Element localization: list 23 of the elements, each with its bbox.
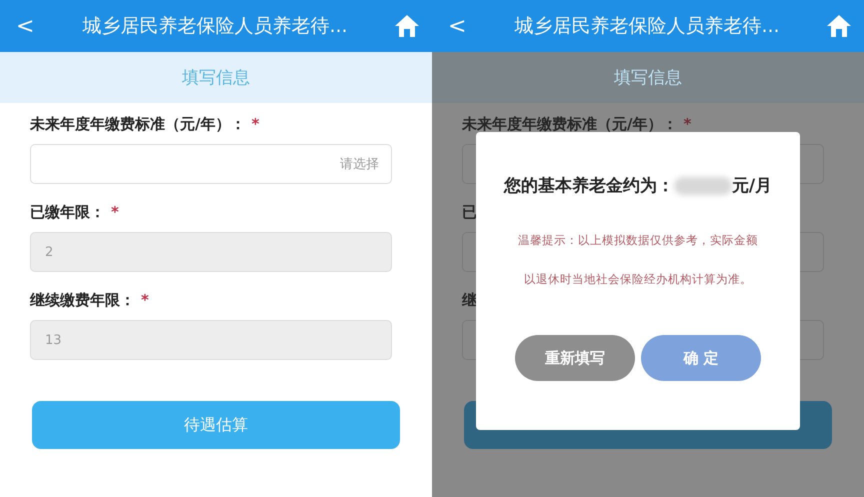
hint-text: 以退休时当地社会保险经办机构计算为准。	[524, 271, 752, 288]
field-label: 未来年度年缴费标准（元/年）： *	[462, 115, 692, 134]
hint-text: 温馨提示：以上模拟数据仅供参考，实际金额	[518, 232, 758, 249]
back-button[interactable]: <	[448, 14, 468, 38]
field-label: 继续缴费年限： *	[30, 291, 150, 310]
home-icon[interactable]	[826, 14, 852, 38]
page-title: 城乡居民养老保险人员养老待...	[513, 14, 781, 39]
dialog-title: 您的基本养老金约为：	[504, 175, 674, 197]
refill-button[interactable]: 重新填写	[515, 335, 635, 381]
home-icon[interactable]	[394, 14, 420, 38]
field-label: 未来年度年缴费标准（元/年）： *	[30, 115, 260, 134]
page-title: 城乡居民养老保险人员养老待...	[81, 14, 349, 39]
input-field[interactable]: 请选择	[30, 144, 392, 184]
amount-unit: 元/月	[732, 175, 772, 197]
field-label: 已	[462, 203, 478, 222]
section-title: 填写信息	[614, 67, 682, 89]
field-label: 继	[462, 291, 478, 310]
back-button[interactable]: <	[16, 14, 36, 38]
field-label: 已缴年限： *	[30, 203, 120, 222]
section-title: 填写信息	[182, 67, 250, 89]
confirm-button[interactable]: 确 定	[641, 335, 761, 381]
estimate-button[interactable]: 待遇估算	[32, 401, 400, 449]
blurred-amount	[674, 176, 732, 194]
